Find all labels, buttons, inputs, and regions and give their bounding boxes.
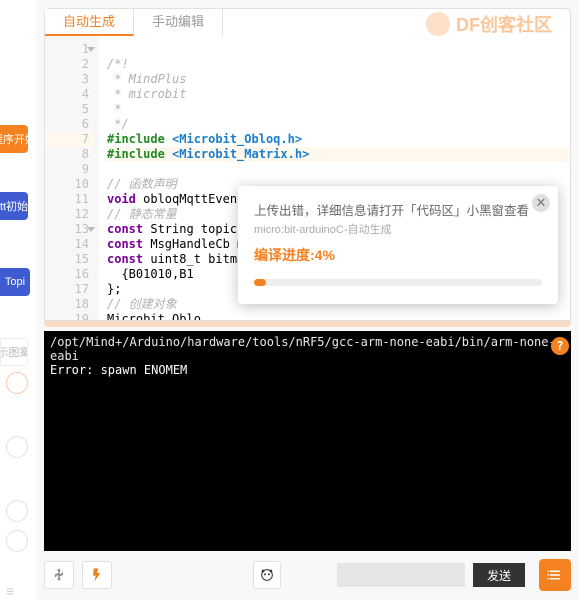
sidebar-dot-icon[interactable] bbox=[6, 372, 28, 394]
popup-message: 上传出错，详细信息请打开「代码区」小黑窗查看 bbox=[254, 200, 542, 219]
sidebar-dot2-icon[interactable] bbox=[6, 436, 28, 458]
sidebar-pill-start[interactable]: 程序开始 bbox=[0, 125, 28, 153]
console-line-path: /opt/Mind+/Arduino/hardware/tools/nRF5/g… bbox=[50, 335, 565, 363]
tab-manual-edit[interactable]: 手动编辑 bbox=[134, 9, 223, 36]
tab-bar: 自动生成 手动编辑 DF创客社区 bbox=[44, 8, 571, 36]
help-icon[interactable]: ? bbox=[551, 337, 569, 355]
bottom-toolbar: 发送 bbox=[44, 555, 571, 595]
sidebar-pill-topic[interactable]: Topi bbox=[0, 268, 30, 296]
brand-logo: DF创客社区 bbox=[426, 11, 552, 37]
progress-bar bbox=[254, 279, 542, 286]
line-gutter: 1 2 3 4 5 6 7 8 9 10 11 12 13 14 15 16 1… bbox=[45, 36, 99, 320]
send-button[interactable]: 发送 bbox=[473, 563, 525, 587]
sidebar-menu-icon[interactable]: ≡ bbox=[6, 583, 14, 599]
usb-icon[interactable] bbox=[44, 561, 74, 589]
list-toggle-button[interactable] bbox=[539, 559, 571, 591]
progress-fill bbox=[254, 279, 266, 286]
popup-subtitle: micro:bit-arduinoC-自动生成 bbox=[254, 221, 542, 237]
sidebar-pill-init[interactable]: tt初始 bbox=[0, 192, 28, 220]
close-icon[interactable]: ✕ bbox=[532, 194, 550, 212]
editor-divider bbox=[44, 321, 571, 327]
sidebar-dot4-icon[interactable] bbox=[6, 530, 28, 552]
upload-error-popup: ✕ 上传出错，详细信息请打开「代码区」小黑窗查看 micro:bit-ardui… bbox=[238, 186, 558, 304]
brand-circle-icon bbox=[426, 12, 450, 36]
console-line-error: Error: spawn ENOMEM bbox=[50, 363, 565, 377]
sidebar-pill-pattern[interactable]: 示图案 bbox=[0, 338, 28, 366]
progress-label: 编译进度:4% bbox=[254, 245, 542, 265]
console-output[interactable]: /opt/Mind+/Arduino/hardware/tools/nRF5/g… bbox=[44, 331, 571, 551]
panda-icon[interactable] bbox=[253, 561, 281, 589]
flash-icon[interactable] bbox=[82, 561, 112, 589]
serial-input[interactable] bbox=[337, 563, 465, 587]
sidebar-dot3-icon[interactable] bbox=[6, 500, 28, 522]
left-sidebar: 程序开始 tt初始 Topi 示图案 ≡ bbox=[0, 0, 36, 600]
tab-auto-generate[interactable]: 自动生成 bbox=[45, 9, 134, 36]
